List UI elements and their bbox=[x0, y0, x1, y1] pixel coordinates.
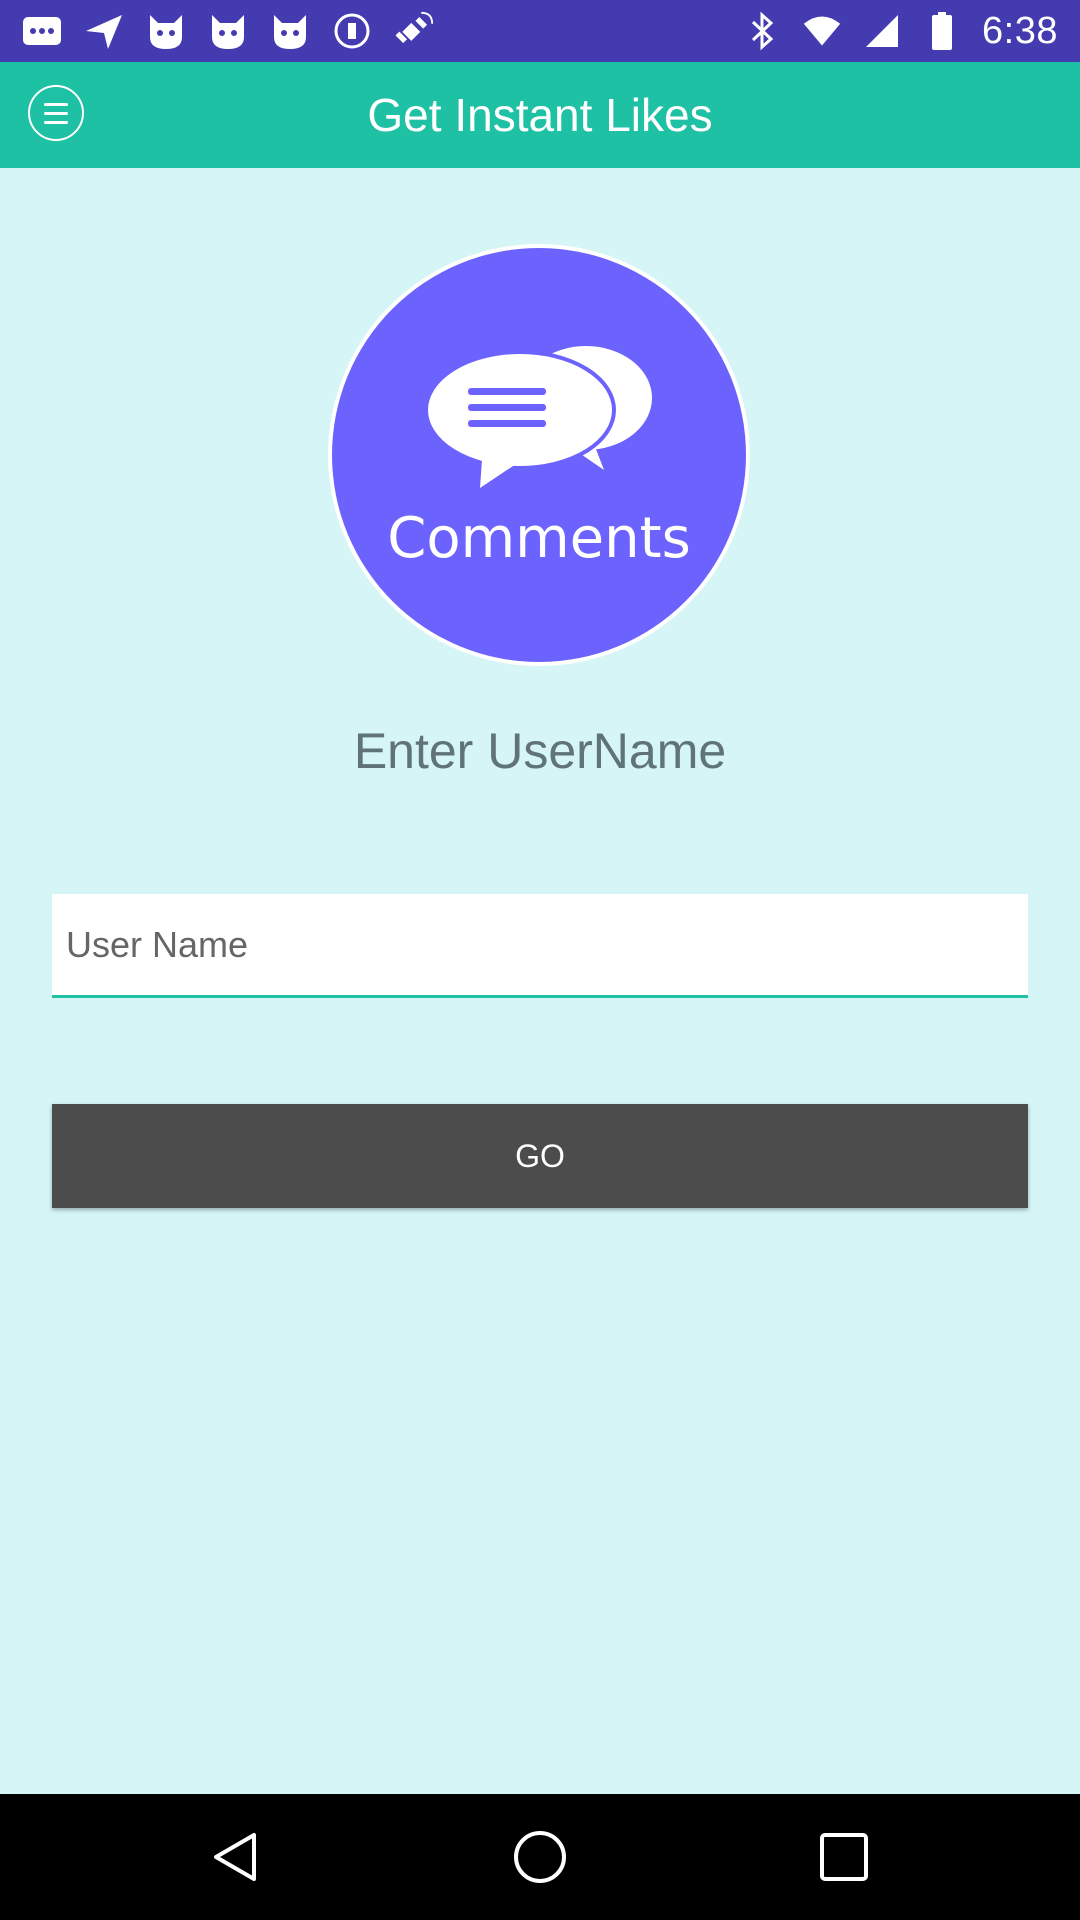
status-time: 6:38 bbox=[982, 9, 1058, 52]
home-icon[interactable] bbox=[512, 1829, 568, 1885]
signal-icon bbox=[862, 11, 902, 51]
fake-gps-satellite-icon bbox=[394, 11, 434, 51]
recents-icon[interactable] bbox=[816, 1829, 872, 1885]
go-button[interactable]: GO bbox=[52, 1104, 1028, 1208]
enter-username-heading: Enter UserName bbox=[353, 723, 727, 779]
menu-icon-line bbox=[44, 111, 68, 115]
app-bar: Get Instant Likes bbox=[0, 62, 1080, 168]
bluetooth-icon bbox=[742, 11, 782, 51]
menu-button[interactable] bbox=[28, 85, 84, 141]
status-bar: 6:38 bbox=[0, 0, 1080, 62]
cat-face-icon bbox=[208, 11, 248, 51]
back-icon[interactable] bbox=[208, 1829, 264, 1885]
navigation-bar bbox=[0, 1794, 1080, 1920]
cat-face-icon bbox=[270, 11, 310, 51]
menu-icon-line bbox=[44, 120, 68, 124]
username-input[interactable] bbox=[52, 894, 1028, 998]
logo-label: Comments bbox=[387, 506, 691, 571]
app-title: Get Instant Likes bbox=[367, 89, 713, 141]
cat-face-icon bbox=[146, 11, 186, 51]
notification-icons bbox=[22, 0, 434, 62]
circle-stop-icon bbox=[332, 11, 372, 51]
menu-icon-line bbox=[44, 102, 68, 106]
comments-logo: Comments bbox=[332, 248, 746, 662]
battery-icon bbox=[922, 11, 962, 51]
navigation-arrow-icon bbox=[84, 11, 124, 51]
more-dots-icon bbox=[22, 11, 62, 51]
chat-bubbles-icon bbox=[424, 342, 656, 488]
wifi-icon bbox=[802, 11, 842, 51]
system-icons: 6:38 bbox=[742, 0, 1058, 62]
